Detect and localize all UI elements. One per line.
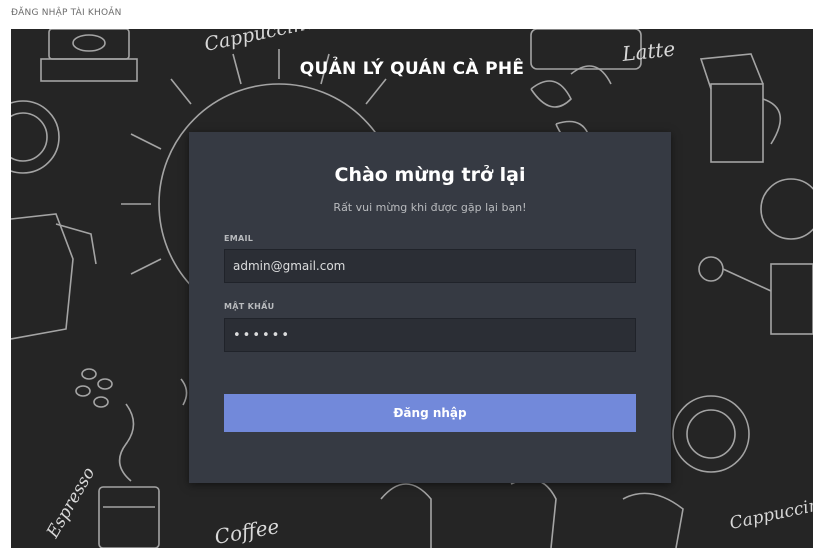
email-field[interactable] [224,249,636,283]
background-word-cappuccino-2: Cappuccino [728,493,813,534]
password-field[interactable] [224,318,636,352]
password-label: MẬT KHẨU [224,302,275,311]
welcome-heading: Chào mừng trở lại [334,164,526,186]
welcome-subheading: Rất vui mừng khi được gặp lại bạn! [333,201,527,214]
login-stage: Cappuccino Latte Espresso Coffee Cappucc… [11,29,813,548]
email-label: EMAIL [224,234,254,243]
login-window: ĐĂNG NHẬP TÀI KHOẢN Cappuccino Latte Esp… [0,0,813,548]
login-card: Chào mừng trở lại Rất vui mừng khi được … [189,132,671,483]
background-word-coffee: Coffee [213,514,281,548]
background-word-cappuccino: Cappuccino [202,29,318,56]
window-title: ĐĂNG NHẬP TÀI KHOẢN [11,8,122,18]
app-title: QUẢN LÝ QUÁN CÀ PHÊ [299,59,525,79]
login-button[interactable]: Đăng nhập [224,394,636,432]
background-word-espresso: Espresso [43,464,100,542]
